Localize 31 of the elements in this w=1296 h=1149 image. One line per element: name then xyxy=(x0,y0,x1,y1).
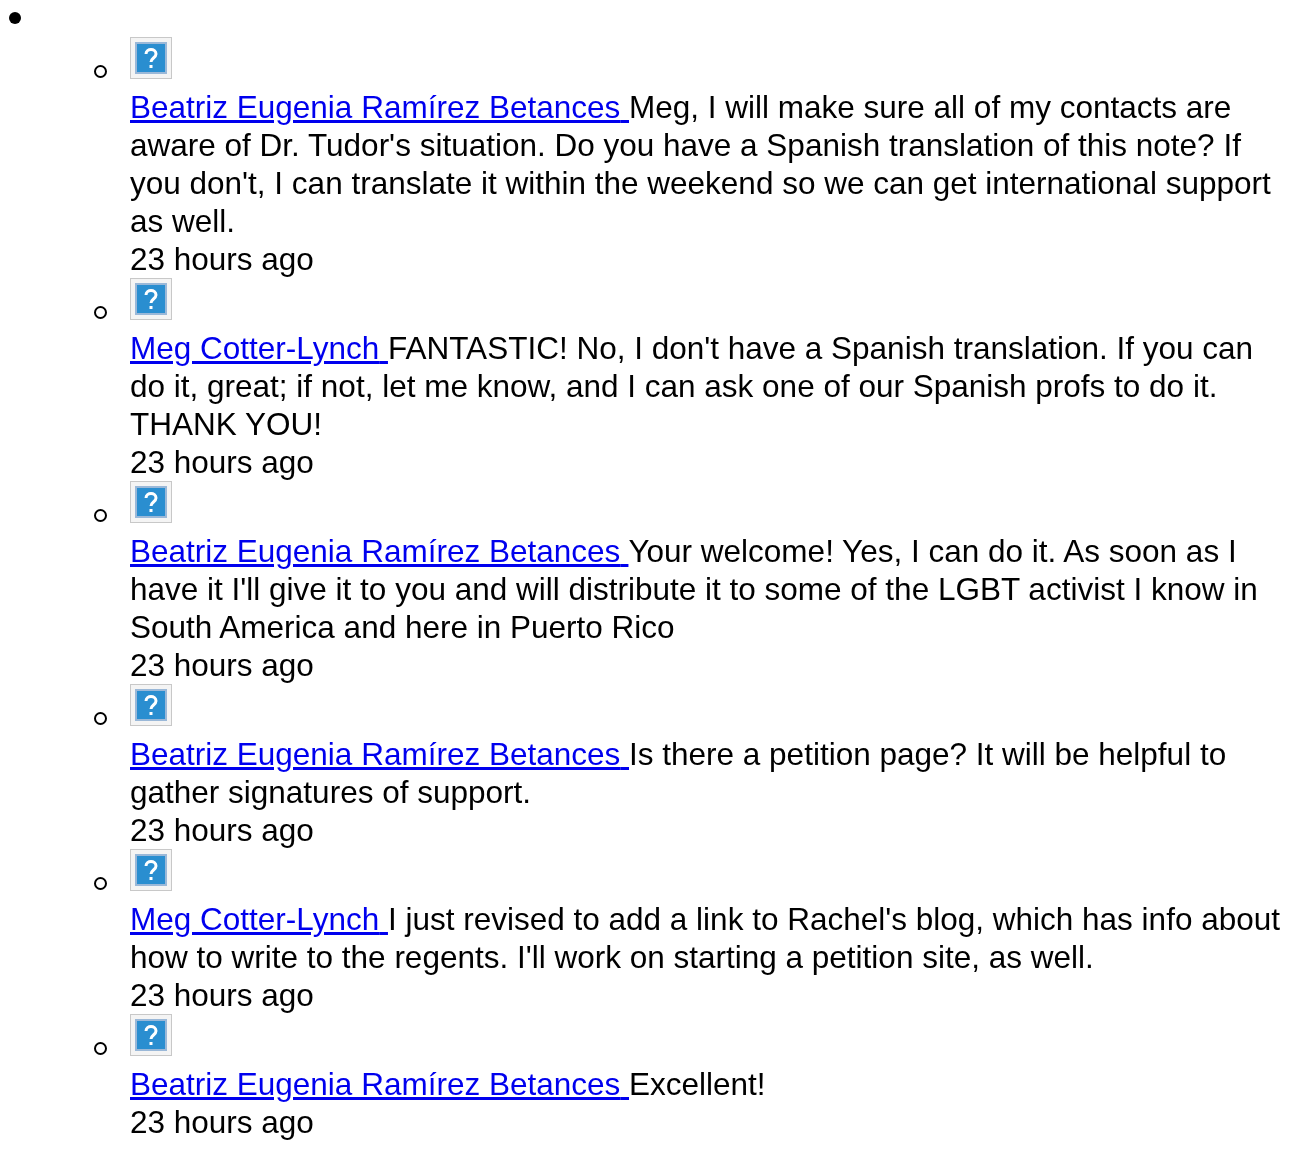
comment-time: 23 hours ago xyxy=(130,240,315,278)
bullet-icon xyxy=(94,65,107,78)
author-link[interactable]: Beatriz Eugenia Ramírez Betances xyxy=(130,1066,629,1102)
bullet-icon xyxy=(9,12,21,24)
author-link[interactable]: Beatriz Eugenia Ramírez Betances xyxy=(130,533,629,569)
comment-time: 23 hours ago xyxy=(130,443,315,481)
broken-image-icon xyxy=(130,1014,172,1056)
bullet-icon xyxy=(94,509,107,522)
comment-text: Beatriz Eugenia Ramírez Betances Meg, I will make sure all of my contacts are aware of Dr. Tudor's situation. Do you have a Spanish translation of this note? If you don't, I can translate it within the weekend so we can get international support as well. xyxy=(130,88,1272,240)
bullet-icon xyxy=(94,712,107,725)
broken-image-icon xyxy=(130,684,172,726)
bullet-icon xyxy=(94,1042,107,1055)
comment-text: Beatriz Eugenia Ramírez Betances Excellent! xyxy=(130,1065,767,1103)
comment-time: 23 hours ago xyxy=(130,1103,315,1141)
comment-text: Meg Cotter-Lynch FANTASTIC! No, I don't have a Spanish translation. If you can do it, great; if not, let me know, and I can ask one of our Spanish profs to do it. THANK YOU! xyxy=(130,329,1255,443)
author-link[interactable]: Meg Cotter-Lynch xyxy=(130,330,388,366)
broken-image-icon xyxy=(130,481,172,523)
broken-image-icon xyxy=(130,278,172,320)
comment-text: Beatriz Eugenia Ramírez Betances Is there a petition page? It will be helpful to gather signatures of support. xyxy=(130,735,1228,811)
comment-time: 23 hours ago xyxy=(130,646,315,684)
author-link[interactable]: Meg Cotter-Lynch xyxy=(130,901,388,937)
broken-image-icon xyxy=(130,37,172,79)
comment-text: Meg Cotter-Lynch I just revised to add a link to Rachel's blog, which has info about how to write to the regents. I'll work on starting a petition site, as well. xyxy=(130,900,1281,976)
comment-time: 23 hours ago xyxy=(130,811,315,849)
comment-text: Beatriz Eugenia Ramírez Betances Your welcome! Yes, I can do it. As soon as I have it I'll give it to you and will distribute it to some of the LGBT activist I know in South America and here in Puerto Rico xyxy=(130,532,1259,646)
comment-time: 23 hours ago xyxy=(130,976,315,1014)
author-link[interactable]: Beatriz Eugenia Ramírez Betances xyxy=(130,736,629,772)
broken-image-icon xyxy=(130,849,172,891)
bullet-icon xyxy=(94,306,107,319)
bullet-icon xyxy=(94,877,107,890)
author-link[interactable]: Beatriz Eugenia Ramírez Betances xyxy=(130,89,629,125)
